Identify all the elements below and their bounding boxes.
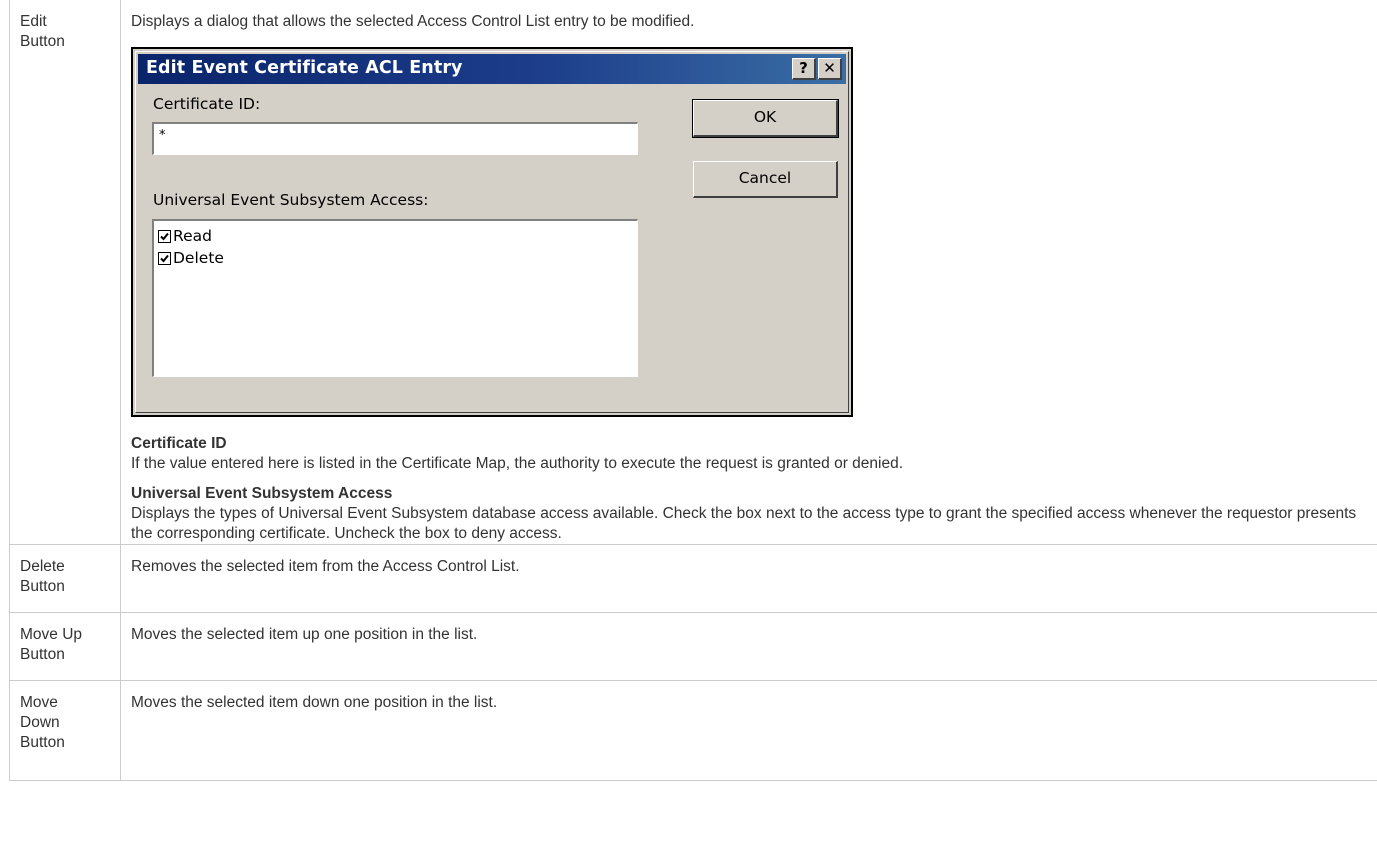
edit-description: Displays a dialog that allows the select… [131,13,695,30]
dialog-screenshot: Edit Event Certificate ACL Entry ? ✕ Cer… [131,47,853,417]
table-row: Move Down Button Moves the selected item… [9,680,1377,781]
list-item[interactable]: Read [158,225,212,247]
term-move-down-button: Move Down Button [20,694,65,751]
certificate-id-label: Certificate ID: [153,95,261,113]
delete-label: Delete [173,249,224,267]
certificate-id-input[interactable]: * [152,122,638,155]
access-heading: Universal Event Subsystem Access [131,485,393,502]
table-row: Delete Button Removes the selected item … [9,544,1377,613]
certificate-id-value: * [159,128,166,143]
check-icon [160,232,169,241]
term-move-up-button: Move Up Button [20,626,83,663]
delete-checkbox[interactable] [158,252,171,265]
access-label: Universal Event Subsystem Access: [153,191,429,209]
help-button[interactable]: ? [792,58,816,80]
term-edit-button: Edit Button [20,13,65,50]
options-table: Edit Button Displays a dialog that allow… [9,0,1377,781]
ok-button[interactable]: OK [692,99,839,138]
move-up-description: Moves the selected item up one position … [131,626,478,643]
edit-acl-dialog: Edit Event Certificate ACL Entry ? ✕ Cer… [135,51,849,413]
dialog-title: Edit Event Certificate ACL Entry [146,58,463,78]
access-checklist[interactable]: Read Delete [152,219,638,377]
certificate-id-text: If the value entered here is listed in t… [131,455,904,472]
delete-description: Removes the selected item from the Acces… [131,558,520,575]
access-text: Displays the types of Universal Event Su… [131,505,1357,542]
dialog-titlebar: Edit Event Certificate ACL Entry ? ✕ [138,54,846,84]
check-icon [160,254,169,263]
list-item[interactable]: Delete [158,247,224,269]
table-row: Move Up Button Moves the selected item u… [9,612,1377,681]
term-delete-button: Delete Button [20,558,65,595]
close-button[interactable]: ✕ [818,58,842,80]
table-row: Edit Button Displays a dialog that allow… [9,0,1377,545]
certificate-id-heading: Certificate ID [131,435,227,452]
read-label: Read [173,227,212,245]
close-icon: ✕ [823,59,836,77]
move-down-description: Moves the selected item down one positio… [131,694,498,711]
read-checkbox[interactable] [158,230,171,243]
help-icon: ? [799,59,808,77]
cancel-button[interactable]: Cancel [693,161,838,198]
